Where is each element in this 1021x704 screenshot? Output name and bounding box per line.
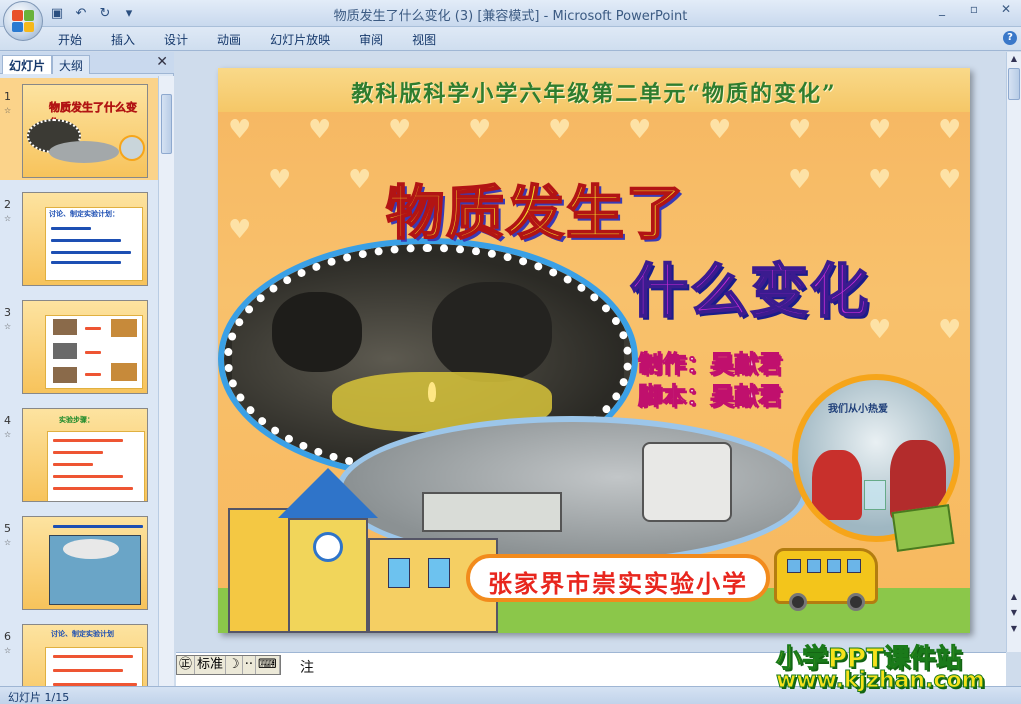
slide-thumbnail-3[interactable]: 3 ☆ [0,294,158,396]
ribbon: 开始 插入 设计 动画 幻灯片放映 审阅 视图 ? [0,27,1021,51]
animation-star-icon: ☆ [4,322,12,331]
window-title: 物质发生了什么变化 (3) [兼容模式] - Microsoft PowerPo… [333,9,688,24]
slide-counter: 幻灯片 1/15 [8,691,70,704]
slide-preview [22,300,148,394]
pane-tabs: 幻灯片 大纲 ✕ [0,52,174,74]
office-logo-icon [12,10,34,32]
tab-view[interactable]: 视图 [412,31,450,48]
school-name-badge: 张家界市崇实实验小学 [466,554,770,602]
slide-number: 5 [4,522,11,535]
credit-author: 制作：吴献君 [638,349,783,379]
window-controls: _ ▫ ✕ [935,2,1013,16]
slide-number: 4 [4,414,11,427]
close-window-button[interactable]: ✕ [999,2,1013,16]
thumbnails-scrollbar[interactable] [158,76,174,686]
slide-thumbnail-2[interactable]: 2 ☆ 讨论、制定实验计划： [0,186,158,288]
scrollbar-thumb[interactable] [161,94,172,154]
animation-star-icon: ☆ [4,106,12,115]
close-pane-icon[interactable]: ✕ [156,54,168,70]
scroll-down-icon[interactable]: ▼ [1008,624,1020,636]
tab-slideshow[interactable]: 幻灯片放映 [270,31,344,48]
slide-preview: 讨论、制定实验计划 [22,624,148,686]
slide-preview: 物质发生了什么变化 [22,84,148,178]
tab-outline[interactable]: 大纲 [52,55,91,74]
slide-preview [22,516,148,610]
tab-insert[interactable]: 插入 [111,31,149,48]
slide-thumbnail-4[interactable]: 4 ☆ 实验步骤： [0,402,158,504]
ribbon-tabs: 开始 插入 设计 动画 幻灯片放映 审阅 视图 [58,31,465,48]
current-slide[interactable]: 教科版科学小学六年级第二单元“物质的变化” ♥ ♥ ♥ ♥ ♥ ♥ ♥ ♥ ♥ ♥ ♥ ♥ … [218,68,970,633]
minimize-button[interactable]: _ [935,2,949,16]
signpost-illustration [891,504,955,552]
tab-design[interactable]: 设计 [164,31,202,48]
credit-script: 脚本：吴献君 [638,381,783,411]
animation-star-icon: ☆ [4,430,12,439]
slide-scrollbar[interactable]: ▲ ▲ ▼ ▼ [1006,52,1021,652]
slide-title-line2: 什么变化 [629,256,871,326]
notes-text[interactable]: 注 [300,657,314,677]
watermark-line2: www.kjzhan.com [776,668,986,694]
previous-slide-icon[interactable]: ▲ [1008,592,1020,604]
slide-title-line1: 物质发生了 [385,178,687,248]
animation-star-icon: ☆ [4,214,12,223]
ime-mode[interactable]: 标准 [195,656,227,674]
slide-number: 6 [4,630,11,643]
slide-thumbnail-5[interactable]: 5 ☆ [0,510,158,612]
scroll-up-icon[interactable]: ▲ [1008,54,1020,66]
help-icon[interactable]: ? [1003,31,1017,45]
slide-number: 3 [4,306,11,319]
school-building-illustration [218,468,518,633]
scrollbar-thumb[interactable] [1008,68,1020,100]
slide-number: 2 [4,198,11,211]
ime-moon-icon[interactable]: ☽ [226,656,243,674]
slide-credits: 制作：吴献君 脚本：吴献君 [638,348,783,412]
next-slide-icon[interactable]: ▼ [1008,608,1020,620]
tab-slides[interactable]: 幻灯片 [2,55,53,74]
restore-button[interactable]: ▫ [967,2,981,16]
tab-review[interactable]: 审阅 [359,31,397,48]
ime-logo-icon[interactable]: ㊣ [177,656,196,674]
thumb-title: 实验步骤： [59,416,94,424]
animation-star-icon: ☆ [4,646,12,655]
thumb-title: 讨论、制定实验计划 [51,630,114,638]
tab-home[interactable]: 开始 [58,31,96,48]
school-bus-illustration [774,548,878,611]
slide-banner: 教科版科学小学六年级第二单元“物质的变化” [351,81,837,107]
slide-preview: 实验步骤： [22,408,148,502]
slides-pane: 幻灯片 大纲 ✕ 1 ☆ 物质发生了什么变化 2 ☆ 讨论、制定实验计划： [0,52,174,686]
photo-sign-text: 我们从小热爱 [828,404,888,415]
slide-editing-area: 教科版科学小学六年级第二单元“物质的变化” ♥ ♥ ♥ ♥ ♥ ♥ ♥ ♥ ♥ ♥ ♥ ♥ … [176,52,1006,648]
slide-preview: 讨论、制定实验计划： [22,192,148,286]
slide-thumbnails-list: 1 ☆ 物质发生了什么变化 2 ☆ 讨论、制定实验计划： [0,76,158,686]
slide-number: 1 [4,90,11,103]
ime-keyboard-icon[interactable]: ⌨ [256,656,280,674]
tab-animation[interactable]: 动画 [217,31,255,48]
animation-star-icon: ☆ [4,538,12,547]
ime-punct-icon[interactable]: ·· [243,656,256,674]
ime-toolbar: ㊣ 标准 ☽ ·· ⌨ [176,655,281,675]
slide-thumbnail-6[interactable]: 6 ☆ 讨论、制定实验计划 [0,618,158,686]
slide-thumbnail-1[interactable]: 1 ☆ 物质发生了什么变化 [0,78,158,180]
office-button[interactable] [3,1,43,41]
title-bar: ▣ ↶ ↻ ▾ 物质发生了什么变化 (3) [兼容模式] - Microsoft… [0,0,1021,27]
thumb-title: 讨论、制定实验计划： [49,210,119,218]
school-name: 张家界市崇实实验小学 [488,570,748,598]
